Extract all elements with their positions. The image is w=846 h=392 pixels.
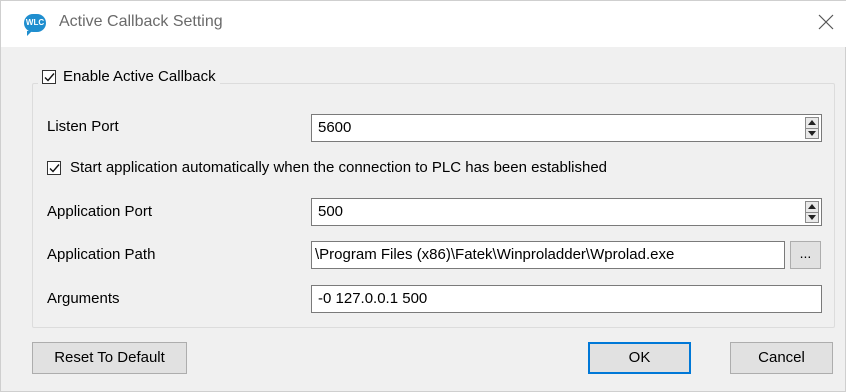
active-callback-dialog: WLC Active Callback Setting Enable Activ… xyxy=(0,0,846,392)
app-path-value: \Program Files (x86)\Fatek\Winproladder\… xyxy=(315,246,675,263)
checkmark-icon xyxy=(49,163,60,173)
close-button[interactable] xyxy=(811,7,841,37)
ok-button[interactable]: OK xyxy=(588,342,691,374)
app-port-input[interactable]: 500 xyxy=(311,198,822,226)
spin-up-icon xyxy=(808,204,816,209)
listen-port-label: Listen Port xyxy=(47,118,119,135)
browse-button[interactable]: ... xyxy=(790,241,821,269)
app-port-value: 500 xyxy=(318,203,344,220)
window-title: Active Callback Setting xyxy=(59,13,223,30)
close-icon xyxy=(818,14,834,30)
auto-start-label: Start application automatically when the… xyxy=(70,159,608,176)
spin-down-icon xyxy=(808,131,816,136)
app-path-input[interactable]: \Program Files (x86)\Fatek\Winproladder\… xyxy=(311,241,785,269)
listen-port-value: 5600 xyxy=(318,119,352,136)
arguments-label: Arguments xyxy=(47,290,120,307)
app-port-label: Application Port xyxy=(47,203,153,220)
enable-callback-checkbox[interactable] xyxy=(42,69,56,84)
app-path-label: Application Path xyxy=(47,246,156,263)
arguments-input[interactable]: -0 127.0.0.1 500 xyxy=(311,285,822,313)
title-bar: WLC Active Callback Setting xyxy=(1,1,846,47)
checkmark-icon xyxy=(44,72,55,82)
listen-port-input[interactable]: 5600 xyxy=(311,114,822,142)
spin-up-icon xyxy=(808,120,816,125)
listen-port-spinner[interactable] xyxy=(805,117,819,139)
app-logo-icon: WLC xyxy=(24,14,46,36)
app-port-spinner[interactable] xyxy=(805,201,819,223)
spin-down-icon xyxy=(808,215,816,220)
auto-start-row: Start application automatically when the… xyxy=(47,159,607,176)
cancel-button[interactable]: Cancel xyxy=(730,342,833,374)
enable-callback-label: Enable Active Callback xyxy=(63,68,216,85)
enable-callback-row: Enable Active Callback xyxy=(38,68,220,85)
reset-to-default-button[interactable]: Reset To Default xyxy=(32,342,187,374)
arguments-value: -0 127.0.0.1 500 xyxy=(318,290,428,307)
auto-start-checkbox[interactable] xyxy=(47,160,61,175)
